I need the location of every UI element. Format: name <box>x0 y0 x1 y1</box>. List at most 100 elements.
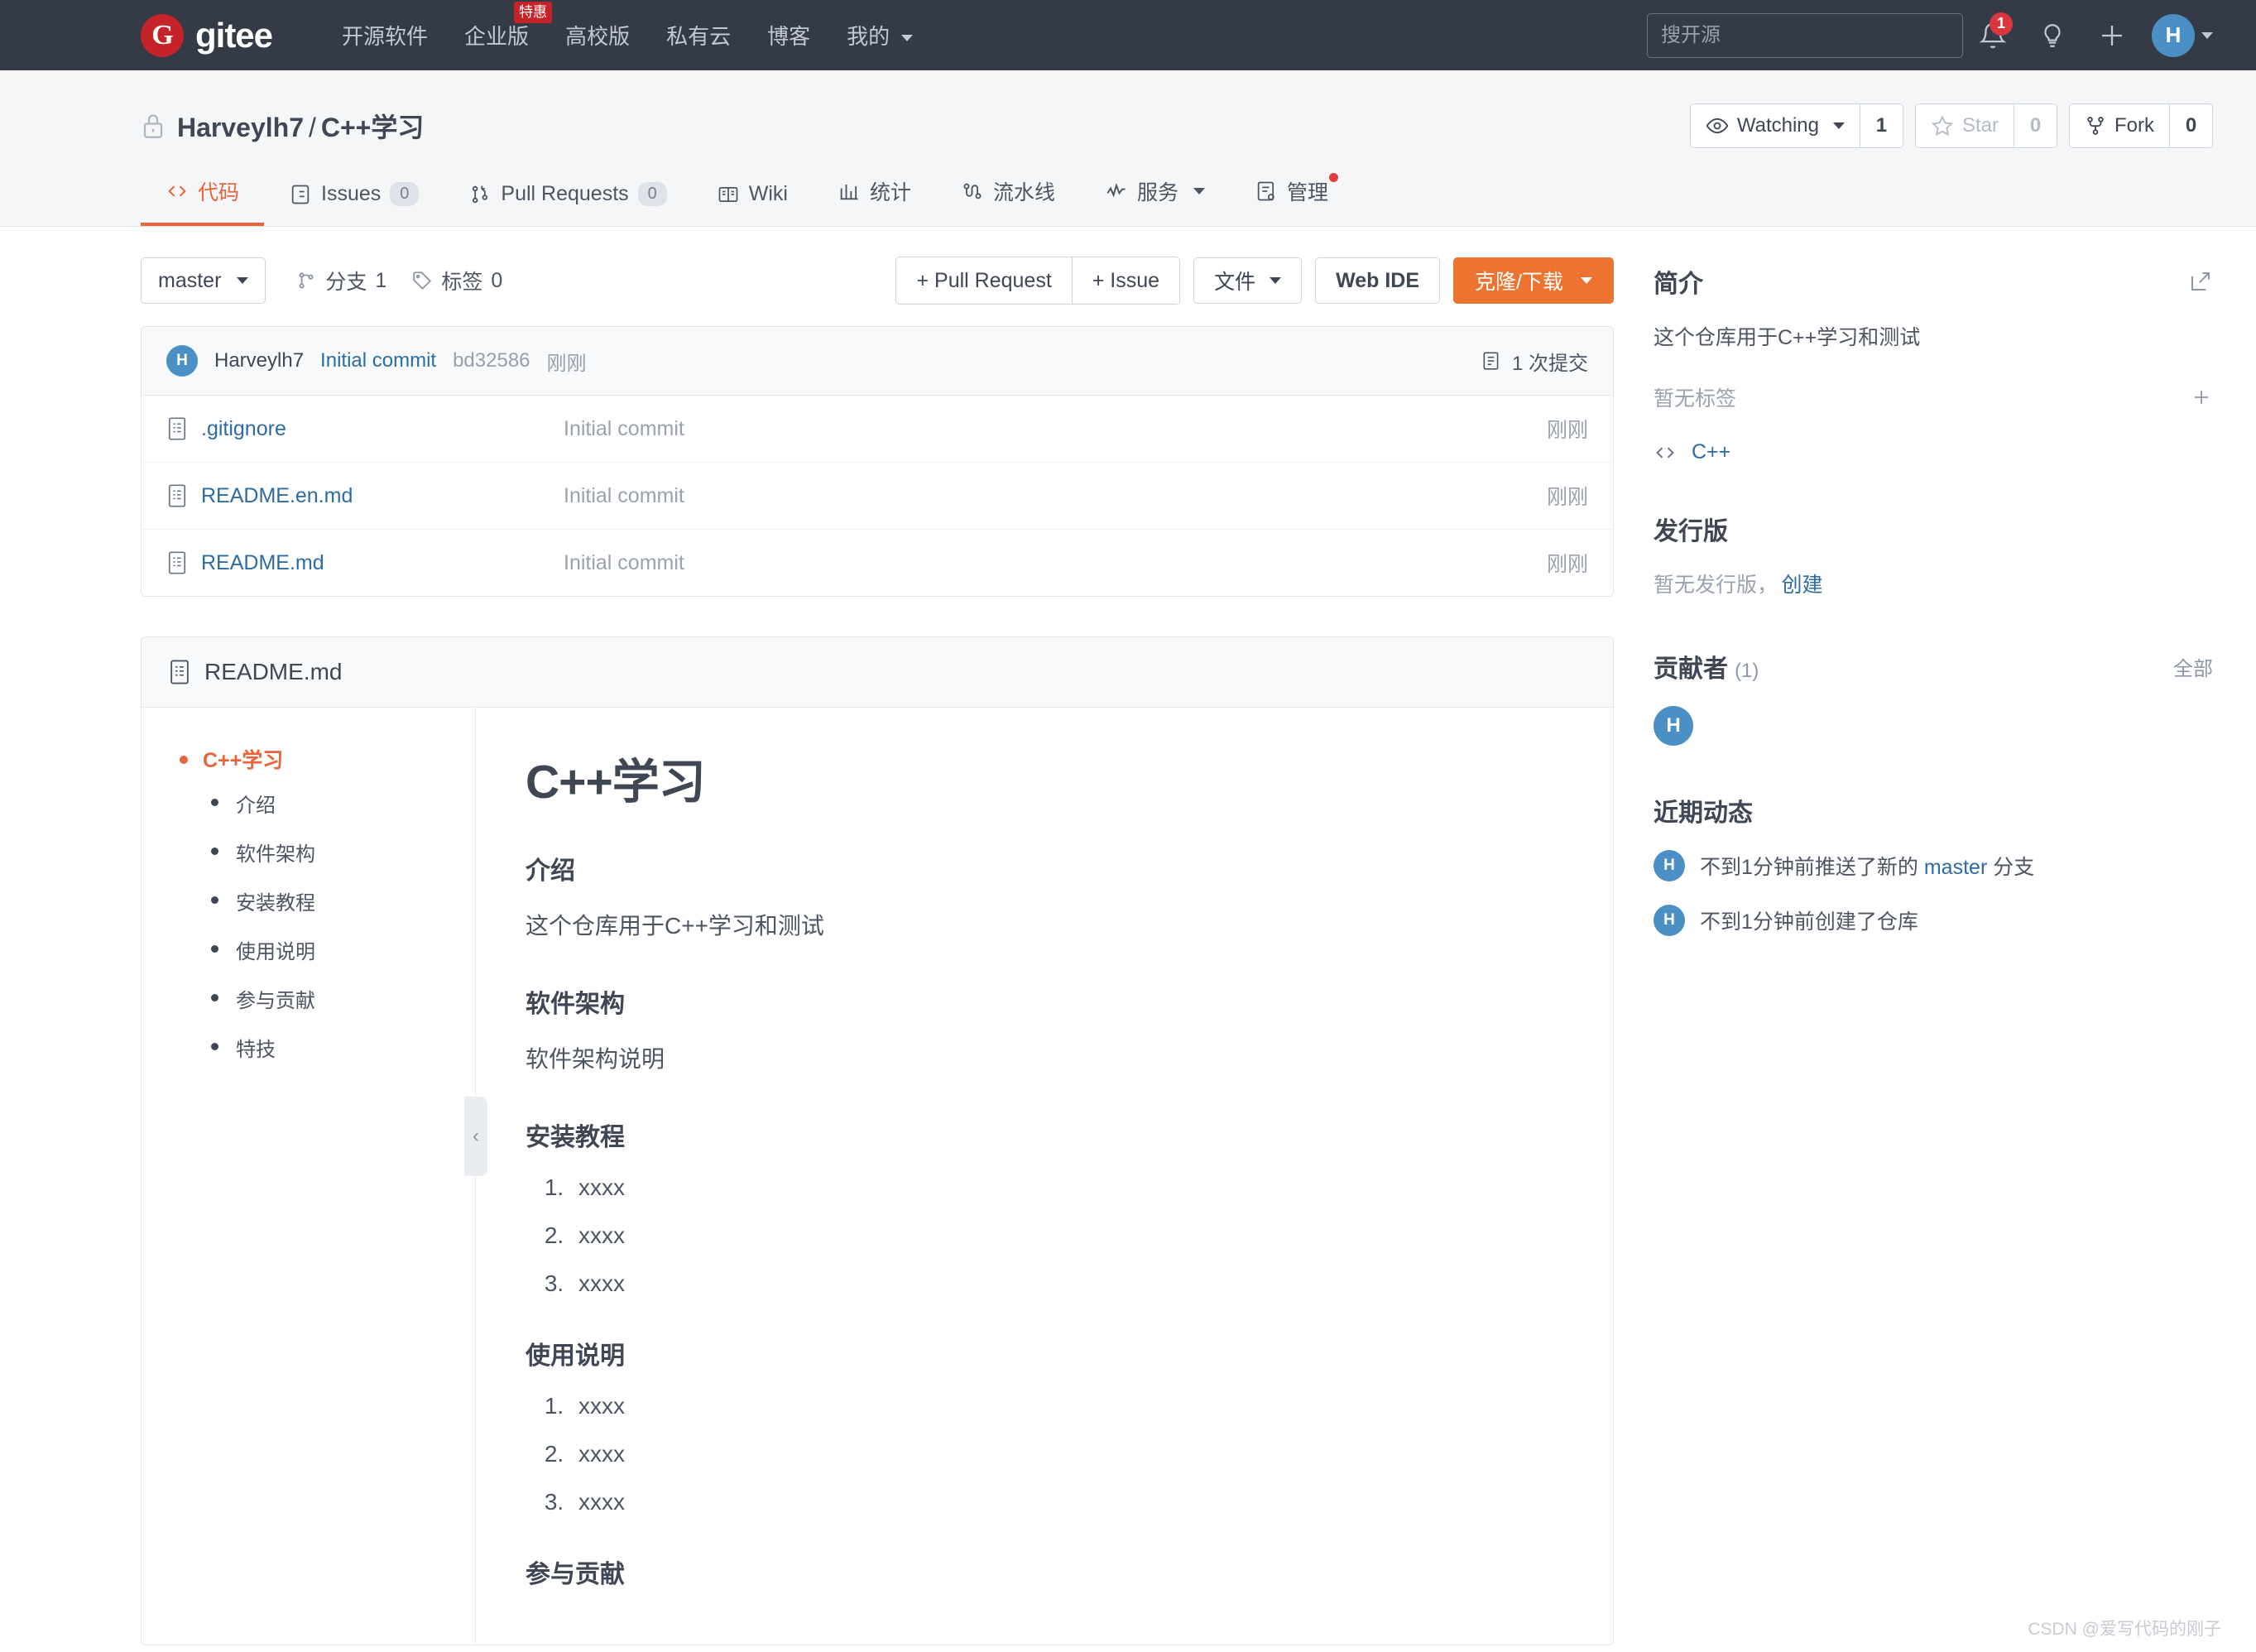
readme-heading-usage: 使用说明 <box>526 1342 625 1370</box>
chevron-down-icon <box>1270 277 1282 284</box>
file-link[interactable]: README.en.md <box>201 484 353 508</box>
create-release-link[interactable]: 创建 <box>1781 574 1822 597</box>
list-item: H 不到1分钟前创建了仓库 <box>1654 905 2213 936</box>
nav-item-mine[interactable]: 我的 <box>828 20 931 50</box>
fork-button[interactable]: Fork <box>2070 104 2169 147</box>
readme-toc: C++学习 介绍 软件架构 安装教程 使用说明 参与贡献 特技 <box>142 708 476 1645</box>
notifications-button[interactable]: 1 <box>1963 11 2023 60</box>
commits-count-link[interactable]: 1 次提交 <box>1481 347 1588 376</box>
toc-item-usage[interactable]: 使用说明 <box>203 935 458 964</box>
star-button-group[interactable]: Star 0 <box>1914 103 2057 148</box>
files-menu-button[interactable]: 文件 <box>1193 257 1303 304</box>
star-button[interactable]: Star <box>1916 104 2014 147</box>
repository-header: Harveylh7/C++学习 Watching 1 Star 0 Fork 0… <box>0 70 2256 227</box>
search-input[interactable] <box>1647 12 1963 58</box>
readme-list-install: xxxx xxxx xxxx <box>570 1174 1563 1297</box>
sidebar-section-activity: 近期动态 H 不到1分钟前推送了新的 master 分支 H 不到1分钟前创建了… <box>1654 792 2213 936</box>
sidebar-activity-header: 近期动态 <box>1654 792 2213 828</box>
readme-paragraph-intro: 这个仓库用于C++学习和测试 <box>526 913 824 939</box>
repo-owner-link[interactable]: Harveylh7 <box>177 113 304 142</box>
toc-item-architecture[interactable]: 软件架构 <box>203 838 458 867</box>
tab-code[interactable]: 代码 <box>141 176 265 226</box>
tab-count: 0 <box>637 182 667 206</box>
tab-statistics[interactable]: 统计 <box>813 176 936 226</box>
tab-label: Pull Requests <box>501 182 629 205</box>
tab-manage[interactable]: 管理 <box>1230 173 1353 226</box>
commit-message-link[interactable]: Initial commit <box>320 349 436 372</box>
service-icon <box>1106 182 1126 198</box>
toc-item-root[interactable]: C++学习 <box>203 749 283 772</box>
contributor-avatar-list: H <box>1654 706 2213 746</box>
file-time: 刚刚 <box>1546 419 1588 442</box>
eye-icon <box>1706 118 1729 134</box>
table-row[interactable]: .gitignore Initial commit 刚刚 <box>142 396 1613 463</box>
chevron-down-icon <box>1832 122 1845 129</box>
add-tag-button[interactable] <box>2190 386 2213 409</box>
new-issue-button[interactable]: + Issue <box>1071 257 1179 304</box>
new-pull-request-button[interactable]: + Pull Request <box>896 257 1071 304</box>
user-menu-button[interactable]: H <box>2152 13 2213 57</box>
main-column: master 分支 1 标签 0 + Pull Request + Issue … <box>141 257 1614 1645</box>
toc-item-features[interactable]: 特技 <box>203 1033 458 1062</box>
tab-pull-requests[interactable]: Pull Requests 0 <box>444 182 691 226</box>
fork-button-group[interactable]: Fork 0 <box>2069 103 2213 148</box>
view-all-contributors-link[interactable]: 全部 <box>2173 652 2213 681</box>
file-commit-message: Initial commit <box>564 550 684 574</box>
branch-selector[interactable]: master <box>141 257 266 304</box>
avatar[interactable]: H <box>1654 850 1685 881</box>
nav-item-education[interactable]: 高校版 <box>547 20 648 50</box>
star-count[interactable]: 0 <box>2014 104 2057 147</box>
watch-button-group[interactable]: Watching 1 <box>1689 103 1903 148</box>
tab-label: Issues <box>321 182 382 205</box>
nav-item-opensource[interactable]: 开源软件 <box>324 20 446 50</box>
toc-item-contribute[interactable]: 参与贡献 <box>203 984 458 1013</box>
edit-intro-button[interactable] <box>2188 269 2213 294</box>
file-link[interactable]: README.md <box>201 551 324 575</box>
commit-author[interactable]: Harveylh7 <box>214 349 304 372</box>
nav-item-blog[interactable]: 博客 <box>749 20 828 50</box>
contributors-count: (1) <box>1735 660 1759 682</box>
activity-branch-link[interactable]: master <box>1924 856 1987 879</box>
branches-count: 1 <box>375 268 387 292</box>
tab-services[interactable]: 服务 <box>1080 176 1230 226</box>
avatar[interactable]: H <box>1654 706 1693 746</box>
create-new-button[interactable] <box>2082 11 2142 60</box>
nav-item-privatecloud[interactable]: 私有云 <box>648 20 749 50</box>
nav-item-enterprise[interactable]: 企业版 特惠 <box>446 2 553 50</box>
toc-item-install[interactable]: 安装教程 <box>203 886 458 915</box>
tab-label: 服务 <box>1137 181 1179 204</box>
toc-item-intro[interactable]: 介绍 <box>203 789 458 818</box>
file-time: 刚刚 <box>1546 553 1588 576</box>
commit-hash[interactable]: bd32586 <box>453 349 530 372</box>
contributors-label: 贡献者 <box>1654 656 1728 683</box>
table-row[interactable]: README.md Initial commit 刚刚 <box>142 530 1613 596</box>
file-icon <box>168 417 186 440</box>
file-link[interactable]: .gitignore <box>201 417 286 441</box>
table-row[interactable]: README.en.md Initial commit 刚刚 <box>142 463 1613 530</box>
toc-collapse-handle[interactable]: ‹ <box>464 1097 487 1176</box>
gitee-logo-link[interactable]: G gitee <box>141 13 273 57</box>
watch-button[interactable]: Watching <box>1691 104 1860 147</box>
code-icon <box>168 185 186 197</box>
files-label: 文件 <box>1214 271 1256 294</box>
tab-issues[interactable]: Issues 0 <box>264 182 444 226</box>
file-icon <box>168 551 186 574</box>
activity-text: 不到1分钟前推送了新的 master 分支 <box>1700 851 2034 881</box>
chevron-down-icon <box>2201 31 2213 39</box>
watch-count[interactable]: 1 <box>1859 104 1903 147</box>
suggestions-button[interactable] <box>2023 11 2082 60</box>
sidebar-language-row[interactable]: C++ <box>1654 440 2213 464</box>
clone-download-button[interactable]: 克隆/下载 <box>1453 257 1614 304</box>
repo-toolbar: master 分支 1 标签 0 + Pull Request + Issue … <box>141 257 1614 305</box>
avatar[interactable]: H <box>1654 905 1685 936</box>
readme-heading-install: 安装教程 <box>526 1123 625 1151</box>
tags-label: 标签 <box>441 271 483 294</box>
repo-name-link[interactable]: C++学习 <box>321 113 425 142</box>
tab-wiki[interactable]: Wiki <box>692 182 813 226</box>
manage-icon <box>1257 181 1274 201</box>
tags-link[interactable]: 标签 0 <box>411 266 502 295</box>
web-ide-button[interactable]: Web IDE <box>1315 257 1441 304</box>
branches-link[interactable]: 分支 1 <box>295 266 386 295</box>
fork-count[interactable]: 0 <box>2169 104 2212 147</box>
tab-pipeline[interactable]: 流水线 <box>936 176 1080 226</box>
